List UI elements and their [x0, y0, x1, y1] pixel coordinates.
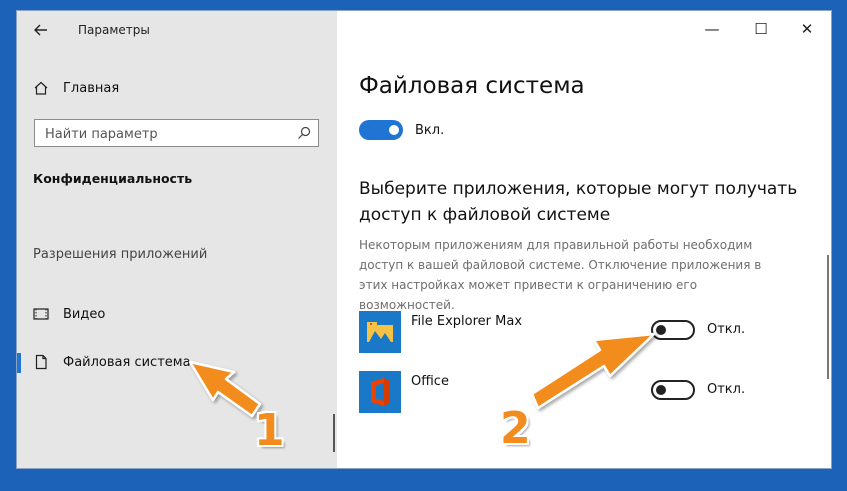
file-explorer-max-icon	[359, 311, 401, 353]
sidebar-item-home[interactable]: Главная	[33, 77, 119, 99]
office-toggle[interactable]	[651, 380, 695, 400]
toggle-knob	[656, 325, 666, 335]
app-title: Параметры	[78, 23, 150, 37]
video-icon	[33, 306, 49, 322]
close-button[interactable]: ✕	[797, 19, 817, 39]
document-icon	[33, 354, 49, 370]
app-row-office: Office Откл.	[359, 371, 779, 413]
page-title: Файловая система	[359, 73, 585, 99]
sidebar-item-video[interactable]: Видео	[17, 299, 337, 329]
back-arrow-icon[interactable]	[31, 20, 51, 40]
office-icon	[359, 371, 401, 413]
file-system-access-toggle[interactable]	[359, 120, 403, 140]
sidebar-item-file-system[interactable]: Файловая система	[17, 347, 337, 377]
minimize-button[interactable]: —	[702, 19, 722, 39]
sidebar-item-home-label: Главная	[63, 80, 120, 96]
search-icon[interactable]	[296, 125, 312, 141]
maximize-button[interactable]: ☐	[751, 19, 771, 39]
sidebar: Параметры Главная Конфиденциальность Раз…	[17, 11, 337, 468]
section-title-privacy: Конфиденциальность	[33, 171, 193, 186]
app-row-file-explorer-max: File Explorer Max Откл.	[359, 311, 779, 353]
apps-section-title: Выберите приложения, которые могут получ…	[359, 179, 798, 225]
sidebar-item-file-system-label: Файловая система	[63, 354, 191, 370]
toggle-knob	[389, 125, 399, 135]
apps-section-description: Некоторым приложениям для правильной раб…	[359, 238, 762, 312]
search-input[interactable]	[43, 124, 287, 144]
toggle-knob	[656, 385, 666, 395]
app-name: File Explorer Max	[411, 314, 523, 329]
settings-window: Параметры Главная Конфиденциальность Раз…	[16, 10, 832, 469]
office-toggle-label: Откл.	[707, 382, 746, 397]
home-icon	[33, 80, 49, 96]
group-title-app-permissions: Разрешения приложений	[33, 247, 208, 262]
sidebar-item-video-label: Видео	[63, 306, 106, 322]
file-explorer-max-toggle[interactable]	[651, 320, 695, 340]
sidebar-scrollbar[interactable]	[333, 414, 335, 452]
file-explorer-max-toggle-label: Откл.	[707, 322, 746, 337]
content-scrollbar[interactable]	[827, 255, 829, 379]
search-box[interactable]	[34, 119, 319, 147]
file-system-access-toggle-label: Вкл.	[415, 123, 445, 138]
app-name: Office	[411, 374, 449, 389]
content-pane: — ☐ ✕ Файловая система Вкл. Выберите при…	[337, 11, 831, 468]
